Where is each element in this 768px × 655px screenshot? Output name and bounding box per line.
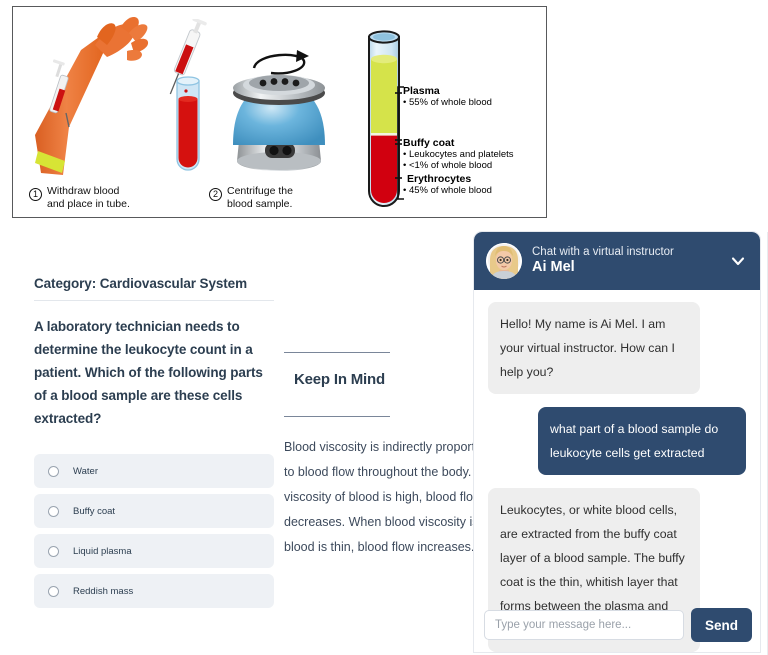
answer-option-buffy-coat[interactable]: Buffy coat — [34, 494, 274, 528]
centrifuge-illustration — [209, 33, 351, 183]
keep-in-mind-top-divider — [284, 352, 390, 353]
radio-icon[interactable] — [48, 545, 59, 557]
question-category: Category: Cardiovascular System — [34, 276, 247, 291]
chat-message-bot: Hello! My name is Ai Mel. I am your virt… — [488, 302, 700, 394]
radio-icon[interactable] — [48, 465, 59, 477]
virtual-instructor-chat-widget: Chat with a virtual instructor Ai Mel He… — [474, 232, 760, 652]
diagram-step-1: 1 Withdraw blood and place in tube. — [29, 185, 130, 210]
chat-header-text: Chat with a virtual instructor Ai Mel — [532, 246, 718, 276]
category-divider — [34, 300, 274, 301]
chat-message-row: Hello! My name is Ai Mel. I am your virt… — [488, 302, 746, 407]
answer-option-water[interactable]: Water — [34, 454, 274, 488]
chat-message-user: what part of a blood sample do leukocyte… — [538, 407, 746, 475]
radio-icon[interactable] — [48, 505, 59, 517]
avatar — [486, 243, 522, 279]
label-plasma: Plasma 55% of whole blood — [403, 85, 553, 109]
send-button[interactable]: Send — [690, 608, 752, 642]
question-panel: Category: Cardiovascular System A labora… — [34, 276, 274, 614]
diagram-step-2: 2 Centrifuge the blood sample. — [209, 185, 293, 210]
chat-subtitle: Chat with a virtual instructor — [532, 246, 674, 259]
chat-header[interactable]: Chat with a virtual instructor Ai Mel — [474, 232, 760, 290]
chat-message-row: what part of a blood sample do leukocyte… — [488, 407, 746, 488]
label-erythrocytes: Erythrocytes 45% of whole blood — [403, 173, 553, 197]
answer-option-reddish-mass[interactable]: Reddish mass — [34, 574, 274, 608]
label-buffy-coat: Buffy coat Leukocytes and platelets <1% … — [403, 137, 553, 172]
chat-message-list[interactable]: Hello! My name is Ai Mel. I am your virt… — [474, 290, 760, 652]
question-text: A laboratory technician needs to determi… — [34, 319, 263, 426]
arm-with-syringe-illustration — [29, 15, 149, 180]
radio-icon[interactable] — [48, 585, 59, 597]
blood-layer-labels: Plasma 55% of whole blood Buffy coat Leu… — [403, 85, 553, 196]
chevron-down-icon[interactable] — [728, 251, 748, 271]
answer-options-list: Water Buffy coat Liquid plasma Reddish m… — [34, 454, 274, 608]
blood-separation-diagram: Plasma 55% of whole blood Buffy coat Leu… — [12, 6, 547, 218]
answer-option-liquid-plasma[interactable]: Liquid plasma — [34, 534, 274, 568]
page-root: Plasma 55% of whole blood Buffy coat Leu… — [0, 0, 768, 655]
chat-message-input[interactable] — [484, 610, 684, 640]
keep-in-mind-bottom-divider — [284, 416, 390, 417]
chat-input-bar: Send — [474, 602, 760, 652]
chat-instructor-name: Ai Mel — [532, 259, 575, 276]
